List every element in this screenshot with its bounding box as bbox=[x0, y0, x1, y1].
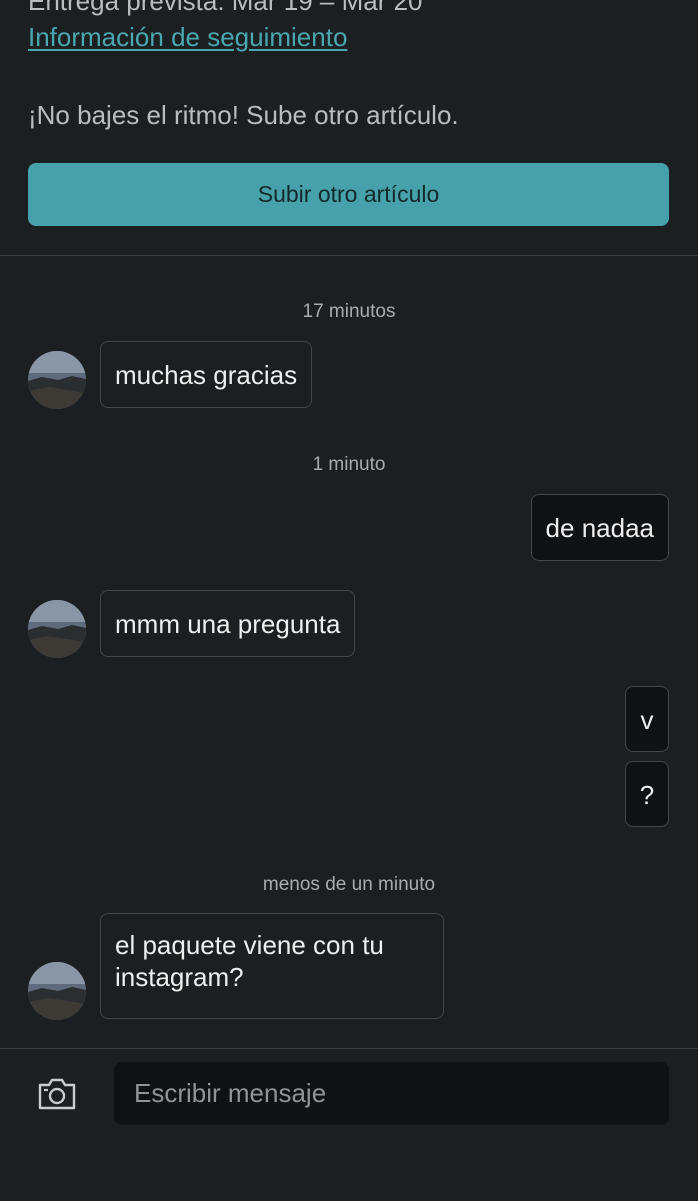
message-bubble-outgoing: v bbox=[625, 686, 669, 752]
delivery-estimate: Entrega prevista: Mar 19 – Mar 20 bbox=[28, 0, 423, 16]
camera-icon[interactable] bbox=[36, 1076, 78, 1112]
message-bubble-outgoing: de nadaa bbox=[530, 494, 669, 561]
promo-text: ¡No bajes el ritmo! Sube otro artículo. bbox=[28, 100, 459, 130]
avatar-landscape-image bbox=[28, 351, 86, 409]
avatar[interactable] bbox=[28, 600, 86, 658]
message-input[interactable] bbox=[114, 1062, 669, 1125]
message-timestamp: 1 minuto bbox=[312, 454, 386, 475]
tracking-info-link[interactable]: Información de seguimiento bbox=[28, 22, 347, 53]
message-bubble-outgoing: ? bbox=[625, 761, 669, 827]
order-summary: Entrega prevista: Mar 19 – Mar 20 Inform… bbox=[0, 0, 698, 256]
message-bubble-incoming: muchas gracias bbox=[100, 341, 313, 408]
message-bubble-incoming: el paquete viene con tu instagram? bbox=[100, 913, 444, 1019]
avatar-landscape-image bbox=[28, 600, 86, 658]
message-timestamp: menos de un minuto bbox=[262, 874, 436, 895]
message-timestamp: 17 minutos bbox=[302, 301, 396, 322]
avatar[interactable] bbox=[28, 962, 86, 1020]
message-bubble-incoming: mmm una pregunta bbox=[100, 590, 356, 657]
upload-another-item-button[interactable]: Subir otro artículo bbox=[28, 163, 669, 226]
avatar-landscape-image bbox=[28, 962, 86, 1020]
avatar[interactable] bbox=[28, 351, 86, 409]
